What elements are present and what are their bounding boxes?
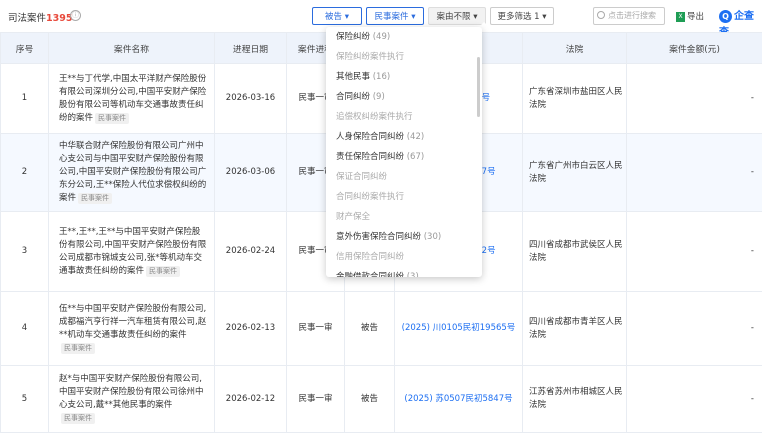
court-name: 江苏省苏州市相城区人民法院 bbox=[523, 366, 627, 433]
logo-mark: Q bbox=[719, 10, 732, 23]
case-date: 2026-03-16 bbox=[215, 64, 287, 134]
dropdown-list: 保险纠纷 (49)保险纠纷案件执行其他民事 (16)合同纠纷 (9)追偿权纠纷案… bbox=[326, 27, 482, 277]
dropdown-item-label: 财产保全 bbox=[336, 212, 370, 222]
case-stage: 民事一审 bbox=[287, 366, 345, 433]
dropdown-item[interactable]: 意外伤害保险合同纠纷 (30) bbox=[326, 227, 482, 247]
table-row[interactable]: 5 赵*与中国平安财产保险股份有限公司,中国平安财产保险股份有限公司徐州中心支公… bbox=[1, 366, 762, 433]
col-court: 法院 bbox=[523, 33, 627, 64]
dropdown-item: 合同纠纷案件执行 bbox=[326, 187, 482, 207]
case-name-cell[interactable]: 伍**与中国平安财产保险股份有限公司,成都福汽亨行祥一汽车租赁有限公司,赵**机… bbox=[49, 292, 215, 366]
dropdown-item-count: (16) bbox=[370, 72, 390, 82]
case-tag: 民事案件 bbox=[61, 413, 95, 424]
case-number-link[interactable]: (2025) 苏0507民初5847号 bbox=[395, 366, 523, 433]
export-button[interactable]: X导出 bbox=[676, 10, 704, 22]
dropdown-item: 财产保全 bbox=[326, 207, 482, 227]
dropdown-item: 保证合同纠纷 bbox=[326, 167, 482, 187]
case-number-link[interactable]: (2025) 川0105民初19565号 bbox=[395, 292, 523, 366]
dropdown-item-label: 其他民事 bbox=[336, 72, 370, 82]
dropdown-item-count: (42) bbox=[404, 132, 424, 142]
dropdown-item[interactable]: 责任保险合同纠纷 (67) bbox=[326, 147, 482, 167]
dropdown-item-label: 人身保险合同纠纷 bbox=[336, 132, 404, 142]
dropdown-item-label: 意外伤害保险合同纠纷 bbox=[336, 232, 421, 242]
case-name-cell[interactable]: 中华联合财产保险股份有限公司广州中心支公司与中国平安财产保险股份有限公司,中国平… bbox=[49, 134, 215, 212]
dropdown-item-label: 责任保险合同纠纷 bbox=[336, 152, 404, 162]
case-date: 2026-02-12 bbox=[215, 366, 287, 433]
court-name: 广东省深圳市盐田区人民法院 bbox=[523, 64, 627, 134]
case-name-cell[interactable]: 王**与丁代学,中国太平洋财产保险股份有限公司深圳分公司,中国平安财产保险股份有… bbox=[49, 64, 215, 134]
court-name: 四川省成都市武侯区人民法院 bbox=[523, 212, 627, 292]
col-date: 进程日期 bbox=[215, 33, 287, 64]
case-tag: 民事案件 bbox=[78, 193, 112, 204]
row-index: 1 bbox=[1, 64, 49, 134]
search-placeholder: 点击进行搜索 bbox=[608, 11, 656, 20]
dropdown-item-label: 保证合同纠纷 bbox=[336, 172, 387, 182]
dropdown-item-count: (3) bbox=[404, 272, 419, 277]
dropdown-item-label: 保险纠纷 bbox=[336, 32, 370, 42]
case-amount: - bbox=[627, 212, 762, 292]
cause-dropdown-menu[interactable]: 保险纠纷 (49)保险纠纷案件执行其他民事 (16)合同纠纷 (9)追偿权纠纷案… bbox=[326, 27, 482, 277]
col-index: 序号 bbox=[1, 33, 49, 64]
case-amount: - bbox=[627, 366, 762, 433]
section-title-label: 司法案件 bbox=[8, 13, 46, 24]
excel-icon: X bbox=[676, 12, 685, 22]
more-filters-button[interactable]: 更多筛选 1 ▾ bbox=[490, 7, 554, 25]
case-tag: 民事案件 bbox=[146, 266, 180, 277]
dropdown-item-label: 保险纠纷案件执行 bbox=[336, 52, 404, 62]
case-name-cell[interactable]: 赵*与中国平安财产保险股份有限公司,中国平安财产保险股份有限公司徐州中心支公司,… bbox=[49, 366, 215, 433]
dropdown-item[interactable]: 其他民事 (16) bbox=[326, 67, 482, 87]
export-label: 导出 bbox=[687, 12, 704, 22]
dropdown-item[interactable]: 人身保险合同纠纷 (42) bbox=[326, 127, 482, 147]
col-case-name: 案件名称 bbox=[49, 33, 215, 64]
search-input[interactable]: 点击进行搜索 bbox=[593, 7, 665, 25]
case-name-link[interactable]: 王**与丁代学,中国太平洋财产保险股份有限公司深圳分公司,中国平安财产保险股份有… bbox=[59, 74, 206, 123]
info-icon[interactable]: ⓘ bbox=[70, 10, 81, 21]
case-count: 1395 bbox=[46, 13, 72, 24]
row-index: 4 bbox=[1, 292, 49, 366]
dropdown-item-label: 信用保险合同纠纷 bbox=[336, 252, 404, 262]
dropdown-item-label: 合同纠纷 bbox=[336, 92, 370, 102]
row-index: 3 bbox=[1, 212, 49, 292]
col-amount: 案件金额(元) bbox=[627, 33, 762, 64]
dropdown-item-label: 追偿权纠纷案件执行 bbox=[336, 112, 413, 122]
dropdown-item-count: (9) bbox=[370, 92, 385, 102]
case-role: 被告 bbox=[345, 366, 395, 433]
case-date: 2026-02-13 bbox=[215, 292, 287, 366]
case-stage: 民事一审 bbox=[287, 292, 345, 366]
case-date: 2026-03-06 bbox=[215, 134, 287, 212]
table-row[interactable]: 4 伍**与中国平安财产保险股份有限公司,成都福汽亨行祥一汽车租赁有限公司,赵*… bbox=[1, 292, 762, 366]
search-icon bbox=[597, 11, 605, 19]
dropdown-item-count: (49) bbox=[370, 32, 390, 42]
case-name-cell[interactable]: 王**,王**,王**与中国平安财产保险股份有限公司,中国平安财产保险股份有限公… bbox=[49, 212, 215, 292]
dropdown-scrollbar[interactable] bbox=[477, 57, 480, 117]
dropdown-item[interactable]: 保险纠纷 (49) bbox=[326, 27, 482, 47]
section-title: 司法案件1395 bbox=[8, 10, 72, 24]
dropdown-item-count: (67) bbox=[404, 152, 424, 162]
case-date: 2026-02-24 bbox=[215, 212, 287, 292]
row-index: 5 bbox=[1, 366, 49, 433]
court-name: 四川省成都市青羊区人民法院 bbox=[523, 292, 627, 366]
case-amount: - bbox=[627, 134, 762, 212]
case-role: 被告 bbox=[345, 292, 395, 366]
filter-case-type-button[interactable]: 民事案件 ▾ bbox=[366, 7, 424, 25]
case-name-link[interactable]: 王**,王**,王**与中国平安财产保险股份有限公司,中国平安财产保险股份有限公… bbox=[59, 227, 206, 276]
dropdown-item: 追偿权纠纷案件执行 bbox=[326, 107, 482, 127]
filter-defendant-button[interactable]: 被告 ▾ bbox=[312, 7, 362, 25]
dropdown-item-count: (30) bbox=[421, 232, 441, 242]
case-tag: 民事案件 bbox=[61, 343, 95, 354]
case-amount: - bbox=[627, 292, 762, 366]
dropdown-item: 信用保险合同纠纷 bbox=[326, 247, 482, 267]
case-name-link[interactable]: 伍**与中国平安财产保险股份有限公司,成都福汽亨行祥一汽车租赁有限公司,赵**机… bbox=[59, 304, 206, 340]
case-amount: - bbox=[627, 64, 762, 134]
row-index: 2 bbox=[1, 134, 49, 212]
dropdown-item-label: 金融借款合同纠纷 bbox=[336, 272, 404, 277]
case-tag: 民事案件 bbox=[95, 113, 129, 124]
dropdown-item[interactable]: 合同纠纷 (9) bbox=[326, 87, 482, 107]
case-name-link[interactable]: 赵*与中国平安财产保险股份有限公司,中国平安财产保险股份有限公司徐州中心支公司,… bbox=[59, 374, 204, 410]
dropdown-item: 保险纠纷案件执行 bbox=[326, 47, 482, 67]
court-name: 广东省广州市白云区人民法院 bbox=[523, 134, 627, 212]
dropdown-item[interactable]: 金融借款合同纠纷 (3) bbox=[326, 267, 482, 277]
dropdown-item-label: 合同纠纷案件执行 bbox=[336, 192, 404, 202]
